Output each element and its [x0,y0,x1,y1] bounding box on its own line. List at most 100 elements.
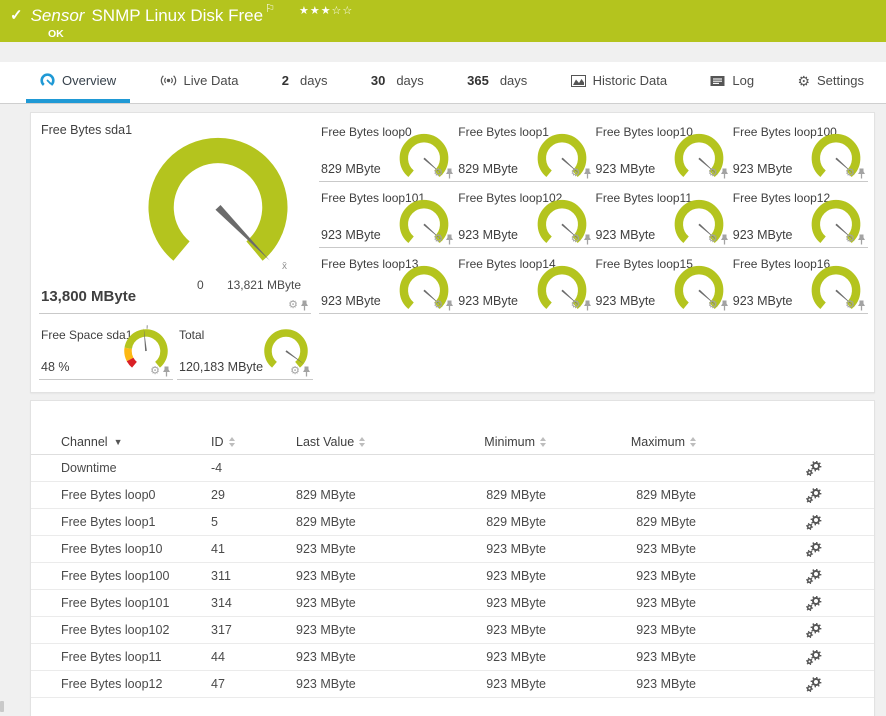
gauge-cell-free-bytes-loop15[interactable]: Free Bytes loop15 923 MByte ⚙ [594,248,731,314]
tab-365-days[interactable]: 365 days [453,62,541,103]
column-header-last-value[interactable]: Last Value [296,435,431,449]
tab-30-days[interactable]: 30 days [357,62,438,103]
object-type-label: Sensor [31,6,85,26]
cell-channel: Free Bytes loop102 [61,623,211,637]
column-header-maximum[interactable]: Maximum [546,435,696,449]
tab-live-data[interactable]: Live Data [146,62,253,103]
gauge-cell-free-space-sda1[interactable]: Free Space sda1 48 % ⚙ [39,319,173,380]
cell-maximum: 829 MByte [546,515,696,529]
channel-settings-gears-icon[interactable] [806,596,822,611]
channel-gear-icon[interactable]: ⚙ [288,300,298,311]
channel-gear-icon[interactable]: ⚙ [845,234,855,245]
channel-settings-gears-icon[interactable] [806,623,822,638]
gauge-cell-free-bytes-loop11[interactable]: Free Bytes loop11 923 MByte ⚙ [594,182,731,248]
pin-icon[interactable] [720,300,729,311]
channel-gear-icon[interactable]: ⚙ [290,366,300,377]
cell-id: 44 [211,650,296,664]
channel-gear-icon[interactable]: ⚙ [708,168,718,179]
tab-2-days[interactable]: 2 days [268,62,342,103]
gauge-icon [40,73,55,88]
gauge-cell-free-bytes-loop1[interactable]: Free Bytes loop1 829 MByte ⚙ [456,116,593,182]
pin-icon[interactable] [445,300,454,311]
gauge-cell-free-bytes-loop10[interactable]: Free Bytes loop10 923 MByte ⚙ [594,116,731,182]
channel-gear-icon[interactable]: ⚙ [150,366,160,377]
cell-id: 311 [211,569,296,583]
cell-id: 5 [211,515,296,529]
table-row[interactable]: Free Bytes loop0 29 829 MByte 829 MByte … [31,482,874,509]
channel-settings-gears-icon[interactable] [806,569,822,584]
cell-id: 47 [211,677,296,691]
channel-gear-icon[interactable]: ⚙ [845,300,855,311]
pin-icon[interactable] [162,366,171,377]
table-row[interactable]: Free Bytes loop10 41 923 MByte 923 MByte… [31,536,874,563]
tab-overview-label: Overview [62,73,116,88]
table-row[interactable]: Free Bytes loop1 5 829 MByte 829 MByte 8… [31,509,874,536]
channel-gear-icon[interactable]: ⚙ [433,300,443,311]
main-gauge [139,125,297,279]
channel-gear-icon[interactable]: ⚙ [708,300,718,311]
table-row[interactable]: Free Bytes loop102 317 923 MByte 923 MBy… [31,617,874,644]
channel-settings-gears-icon[interactable] [806,515,822,530]
log-list-icon [710,75,725,87]
pin-icon[interactable] [583,168,592,179]
gauge-cell-free-bytes-loop16[interactable]: Free Bytes loop16 923 MByte ⚙ [731,248,868,314]
pin-icon[interactable] [300,300,309,311]
gauge-cell-free-bytes-loop102[interactable]: Free Bytes loop102 923 MByte ⚙ [456,182,593,248]
tab-historic-data[interactable]: Historic Data [557,62,681,103]
pin-icon[interactable] [857,168,866,179]
channel-gear-icon[interactable]: ⚙ [571,168,581,179]
gauge-cell-free-bytes-loop13[interactable]: Free Bytes loop13 923 MByte ⚙ [319,248,456,314]
gauge-cell-free-bytes-loop12[interactable]: Free Bytes loop12 923 MByte ⚙ [731,182,868,248]
gauge-cell-free-bytes-loop101[interactable]: Free Bytes loop101 923 MByte ⚙ [319,182,456,248]
tab-log[interactable]: Log [696,62,768,103]
gauge-cell-free-bytes-loop100[interactable]: Free Bytes loop100 923 MByte ⚙ [731,116,868,182]
pin-icon[interactable] [445,168,454,179]
pin-icon[interactable] [445,234,454,245]
pin-icon[interactable] [720,234,729,245]
priority-flag-icon[interactable]: ⚐ [265,2,275,15]
channel-gear-icon[interactable]: ⚙ [845,168,855,179]
channel-settings-gears-icon[interactable] [806,677,822,692]
pin-icon[interactable] [583,234,592,245]
gauge-cell-free-bytes-loop14[interactable]: Free Bytes loop14 923 MByte ⚙ [456,248,593,314]
pin-icon[interactable] [720,168,729,179]
cell-minimum: 923 MByte [431,677,546,691]
table-row[interactable]: Free Bytes loop12 47 923 MByte 923 MByte… [31,671,874,698]
pin-icon[interactable] [302,366,311,377]
pin-icon[interactable] [583,300,592,311]
sensor-title: SNMP Linux Disk Free [91,6,263,26]
scrollbar-nub[interactable] [0,701,4,712]
channel-settings-gears-icon[interactable] [806,650,822,665]
column-header-id[interactable]: ID [211,435,296,449]
table-row[interactable]: Free Bytes loop11 44 923 MByte 923 MByte… [31,644,874,671]
column-header-minimum[interactable]: Minimum [431,435,546,449]
cell-maximum: 923 MByte [546,677,696,691]
cell-last-value: 923 MByte [296,623,431,637]
gauge-cell-free-bytes-loop0[interactable]: Free Bytes loop0 829 MByte ⚙ [319,116,456,182]
channel-gear-icon[interactable]: ⚙ [571,300,581,311]
table-row[interactable]: Free Bytes loop101 314 923 MByte 923 MBy… [31,590,874,617]
channel-gear-icon[interactable]: ⚙ [433,168,443,179]
pin-icon[interactable] [857,300,866,311]
gauge-cell-free-bytes-sda1[interactable]: Free Bytes sda1 x̄ 0 13,821 MByte 13,800… [39,115,311,314]
channel-settings-gears-icon[interactable] [806,461,822,476]
pin-icon[interactable] [857,234,866,245]
priority-stars[interactable]: ★★★☆☆ [299,4,353,17]
table-row[interactable]: Free Bytes loop100 311 923 MByte 923 MBy… [31,563,874,590]
tab-overview[interactable]: Overview [26,62,130,103]
channel-gear-icon[interactable]: ⚙ [433,234,443,245]
gauge-value: 923 MByte [733,162,793,176]
table-row[interactable]: Downtime -4 [31,455,874,482]
channel-settings-gears-icon[interactable] [806,488,822,503]
channel-gear-icon[interactable]: ⚙ [571,234,581,245]
table-body: Downtime -4 Free Bytes loop0 29 829 MByt… [31,455,874,698]
settings-gear-icon: ⚙ [797,74,810,88]
gauge-value: 13,800 MByte [41,288,136,305]
cell-id: 41 [211,542,296,556]
mean-marker: x̄ [282,261,287,272]
gauge-cell-total[interactable]: Total 120,183 MByte ⚙ [177,319,313,380]
column-header-channel[interactable]: Channel▼ [61,435,211,449]
tab-settings[interactable]: ⚙ Settings [783,62,878,103]
channel-settings-gears-icon[interactable] [806,542,822,557]
channel-gear-icon[interactable]: ⚙ [708,234,718,245]
